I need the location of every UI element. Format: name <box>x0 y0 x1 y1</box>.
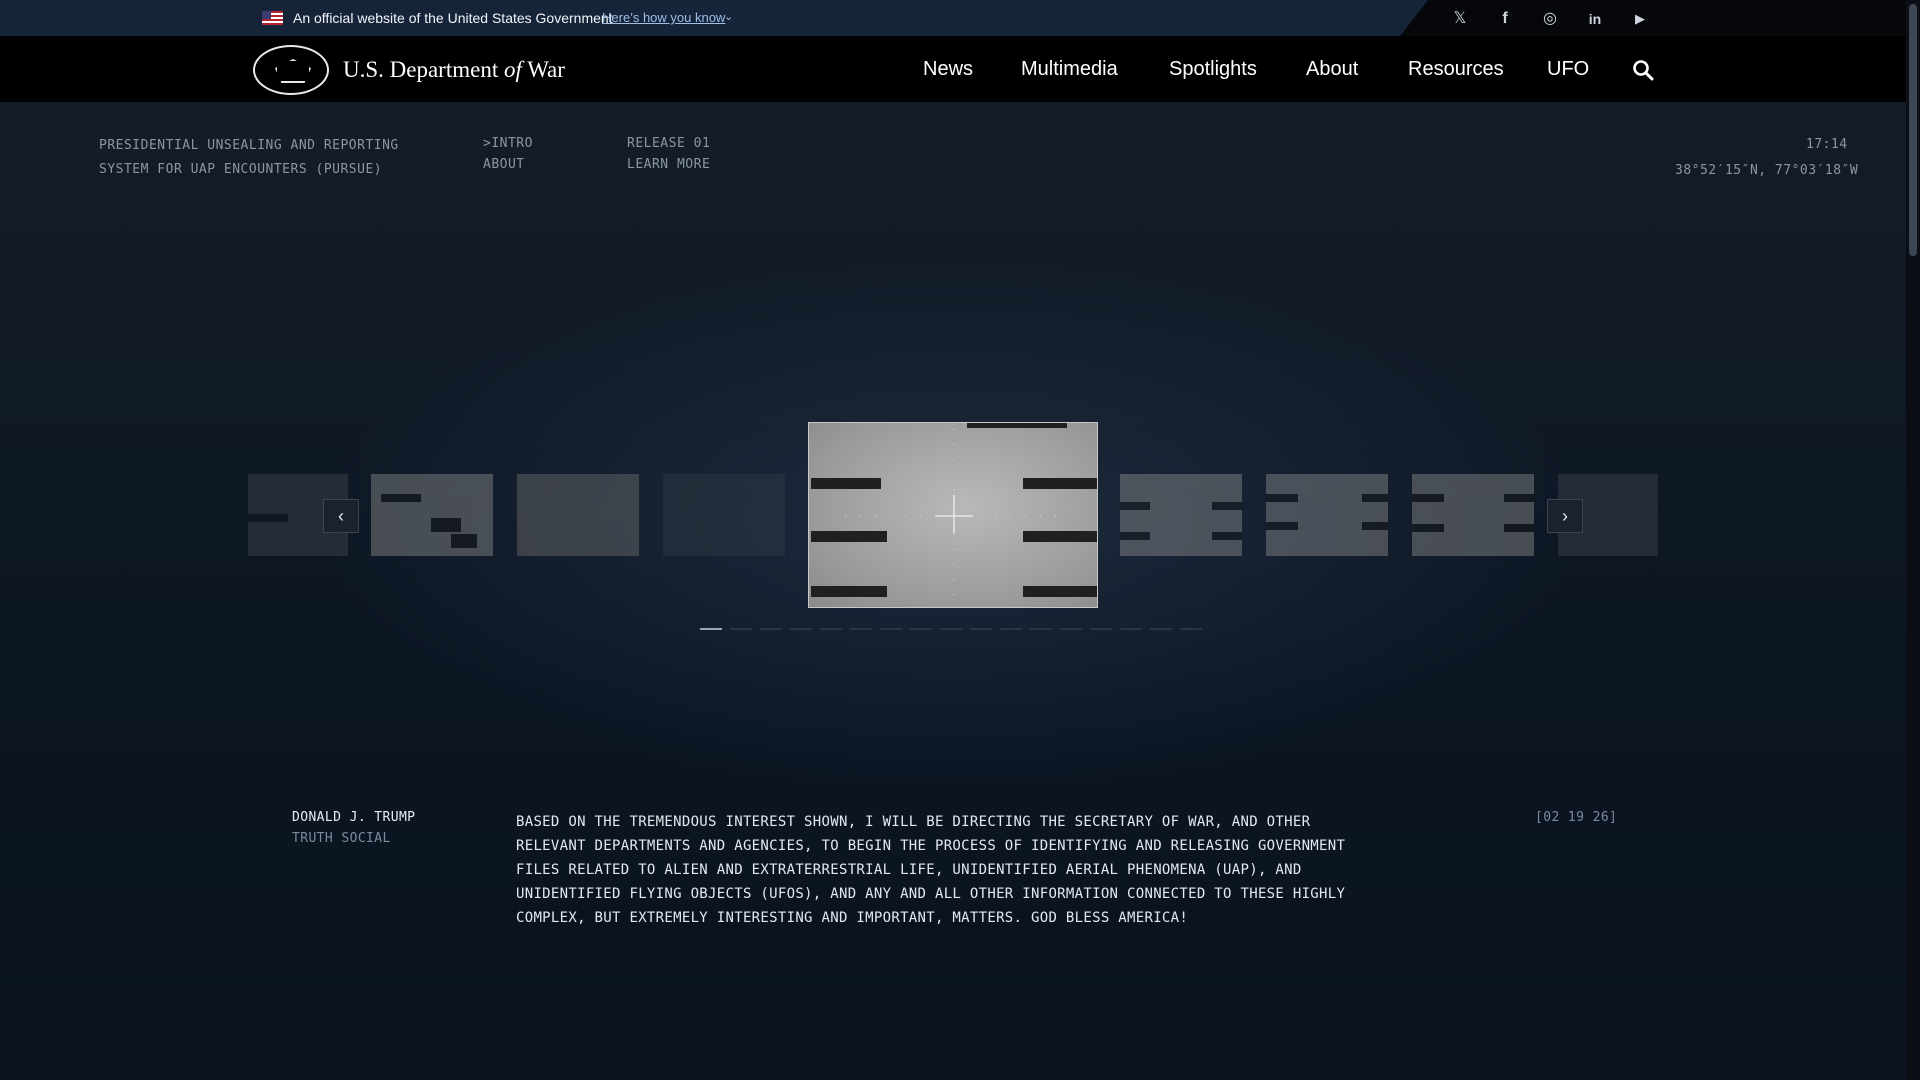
carousel-next-button[interactable]: › <box>1547 499 1583 533</box>
carousel-thumbnail[interactable] <box>1120 474 1242 556</box>
carousel-dot[interactable] <box>1150 628 1172 630</box>
hud-time: 17:14 <box>1806 137 1848 152</box>
site-title-suffix: War <box>521 57 565 82</box>
search-icon[interactable] <box>1632 59 1654 81</box>
carousel-dot[interactable] <box>850 628 872 630</box>
carousel-dot[interactable] <box>940 628 962 630</box>
carousel-dot[interactable] <box>970 628 992 630</box>
carousel-thumbnail[interactable] <box>517 474 639 556</box>
carousel-dot[interactable] <box>880 628 902 630</box>
quote-source: TRUTH SOCIAL <box>292 831 391 846</box>
carousel-dot[interactable] <box>1060 628 1082 630</box>
active-video-frame[interactable] <box>808 422 1098 608</box>
site-title[interactable]: U.S. Department of War <box>343 57 565 83</box>
quote-author: DONALD J. TRUMP <box>292 810 416 825</box>
nav-about[interactable]: About <box>1306 58 1358 81</box>
carousel-dot[interactable] <box>1180 628 1202 630</box>
nav-news[interactable]: News <box>923 58 973 81</box>
release-menu: RELEASE 01 LEARN MORE <box>627 133 710 175</box>
carousel-dot[interactable] <box>790 628 812 630</box>
carousel-dot[interactable] <box>1000 628 1022 630</box>
chevron-down-icon: ⌄ <box>724 11 734 23</box>
official-gov-banner: An official website of the United States… <box>0 0 1920 36</box>
quote-text: BASED ON THE TREMENDOUS INTEREST SHOWN, … <box>516 814 1346 926</box>
official-site-text: An official website of the United States… <box>293 10 613 26</box>
carousel-dot[interactable] <box>1030 628 1052 630</box>
program-title-line2: SYSTEM FOR UAP ENCOUNTERS (PURSUE) <box>99 162 383 177</box>
social-links-bar: 𝕏 f ◎ in ▶ <box>1400 0 1906 36</box>
carousel-dot[interactable] <box>820 628 842 630</box>
carousel-dot[interactable] <box>1090 628 1112 630</box>
crosshair-icon <box>845 429 1063 607</box>
carousel-dot[interactable] <box>700 628 722 630</box>
linkedin-icon[interactable]: in <box>1585 9 1605 29</box>
carousel-dot[interactable] <box>1120 628 1142 630</box>
hud-coordinates: 38°52′15″N, 77°03′18″W <box>1675 163 1859 178</box>
quote-date: [02 19 26] <box>1535 810 1618 825</box>
site-title-of: of <box>503 57 522 82</box>
facebook-icon[interactable]: f <box>1495 9 1515 29</box>
page-scrollbar[interactable] <box>1906 0 1920 1080</box>
carousel-dot[interactable] <box>730 628 752 630</box>
how-you-know-link[interactable]: Here’s how you know <box>602 10 725 25</box>
carousel-thumbnail[interactable] <box>371 474 493 556</box>
carousel-dot[interactable] <box>760 628 782 630</box>
carousel-thumbnail[interactable] <box>1266 474 1388 556</box>
carousel-thumbnail[interactable] <box>663 474 785 556</box>
release-01-link[interactable]: RELEASE 01 <box>627 133 710 154</box>
department-seal-icon[interactable] <box>253 45 329 95</box>
nav-multimedia[interactable]: Multimedia <box>1021 58 1118 81</box>
x-icon[interactable]: 𝕏 <box>1450 9 1470 29</box>
nav-spotlights[interactable]: Spotlights <box>1169 58 1257 81</box>
nav-ufo[interactable]: UFO <box>1547 58 1589 81</box>
youtube-icon[interactable]: ▶ <box>1630 9 1650 29</box>
us-flag-icon <box>262 11 283 25</box>
carousel-thumbnail[interactable] <box>1412 474 1534 556</box>
section-menu: >INTRO ABOUT <box>483 133 533 175</box>
carousel-prev-button[interactable]: ‹ <box>323 499 359 533</box>
instagram-icon[interactable]: ◎ <box>1540 9 1560 29</box>
menu-about-link[interactable]: ABOUT <box>483 154 533 175</box>
learn-more-link[interactable]: LEARN MORE <box>627 154 710 175</box>
menu-intro-link[interactable]: >INTRO <box>483 133 533 154</box>
carousel-dot[interactable] <box>910 628 932 630</box>
program-title-line1: PRESIDENTIAL UNSEALING AND REPORTING <box>99 138 399 153</box>
site-header: U.S. Department of War News Multimedia S… <box>0 36 1906 102</box>
nav-resources[interactable]: Resources <box>1408 58 1504 81</box>
site-title-prefix: U.S. Department <box>343 57 504 82</box>
program-title: PRESIDENTIAL UNSEALING AND REPORTING SYS… <box>99 134 399 182</box>
scrollbar-thumb[interactable] <box>1909 4 1917 256</box>
